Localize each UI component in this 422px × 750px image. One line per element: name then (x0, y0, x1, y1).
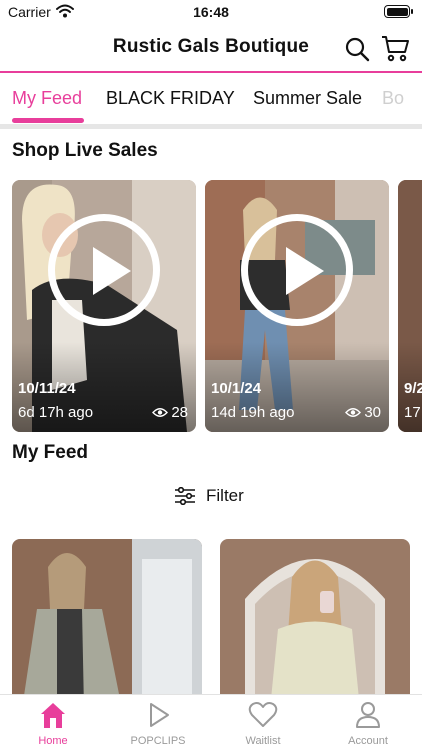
search-icon[interactable] (344, 36, 370, 62)
live-sales-carousel: 10/11/24 6d 17h ago 28 10/1/24 14d 19h a… (0, 180, 422, 432)
play-icon (150, 703, 169, 727)
sliders-icon (175, 487, 195, 505)
live-sale-date: 10/1/24 (211, 380, 262, 397)
person-icon (356, 702, 380, 728)
category-tabs: My Feed BLACK FRIDAY Summer Sale Bo (0, 74, 422, 124)
nav-waitlist[interactable]: Waitlist (213, 701, 313, 747)
tab-more[interactable]: Bo (382, 88, 404, 109)
view-count-value: 28 (171, 404, 188, 421)
feed-grid (0, 539, 422, 695)
live-sale-card[interactable]: 10/1/24 14d 19h ago 30 (205, 180, 389, 432)
view-count: 30 (345, 404, 381, 421)
nav-home-label: Home (38, 735, 68, 747)
view-count-value: 30 (364, 404, 381, 421)
my-feed-heading: My Feed (12, 442, 89, 463)
tabs-divider (0, 124, 422, 129)
tab-black-friday[interactable]: BLACK FRIDAY (106, 88, 235, 109)
cart-icon[interactable] (380, 33, 410, 63)
view-count: 28 (152, 404, 188, 421)
feed-item-image (220, 539, 410, 695)
live-sale-age: 6d 17h ago (18, 404, 94, 421)
live-sale-date: 9/2 (404, 380, 422, 397)
filter-button[interactable]: Filter (174, 484, 244, 508)
nav-waitlist-label: Waitlist (245, 735, 281, 747)
app-header: Rustic Gals Boutique (0, 24, 422, 72)
feed-item-card[interactable] (220, 539, 410, 695)
header-divider (0, 71, 422, 73)
filter-label: Filter (206, 486, 244, 505)
nav-account-label: Account (348, 735, 388, 747)
live-sales-heading: Shop Live Sales (12, 140, 158, 161)
live-sale-age: 17 (404, 404, 421, 421)
battery-icon (384, 5, 413, 18)
feed-item-image (12, 539, 202, 695)
bottom-tab-bar: Home POPCLIPS Waitlist Account (0, 694, 422, 750)
heart-icon (248, 702, 278, 727)
nav-home[interactable]: Home (3, 701, 103, 747)
status-bar: Carrier 16:48 (0, 0, 422, 24)
eye-icon (345, 408, 362, 417)
home-icon (41, 703, 65, 728)
live-sale-card[interactable]: 10/11/24 6d 17h ago 28 (12, 180, 196, 432)
nav-popclips-label: POPCLIPS (130, 735, 186, 747)
live-sale-card[interactable]: 9/2 17 (398, 180, 422, 432)
eye-icon (152, 408, 169, 417)
nav-account[interactable]: Account (318, 701, 418, 747)
live-sale-age: 14d 19h ago (211, 404, 295, 421)
play-button-icon[interactable] (241, 214, 353, 326)
nav-popclips[interactable]: POPCLIPS (108, 701, 208, 747)
active-tab-indicator (12, 118, 84, 123)
tab-my-feed[interactable]: My Feed (12, 88, 82, 109)
feed-item-card[interactable] (12, 539, 202, 695)
play-button-icon[interactable] (48, 214, 160, 326)
tab-summer-sale[interactable]: Summer Sale (253, 88, 362, 109)
clock: 16:48 (193, 4, 229, 20)
live-sale-date: 10/11/24 (18, 380, 76, 397)
